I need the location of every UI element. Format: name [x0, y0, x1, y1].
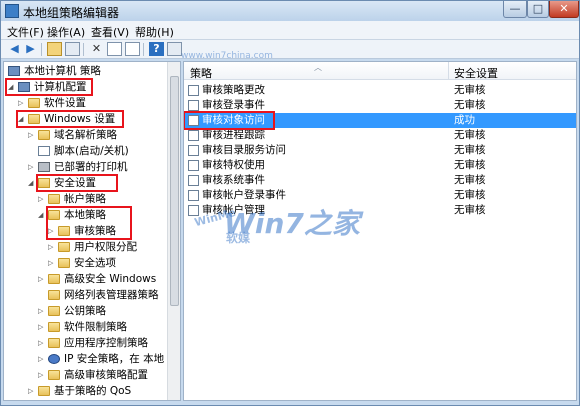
folder-icon	[48, 370, 60, 380]
folder-icon	[38, 386, 50, 396]
shield-icon	[48, 354, 60, 364]
delete-icon[interactable]: ✕	[89, 42, 104, 56]
expanded-arrow-icon[interactable]: ◢	[28, 176, 36, 191]
menu-file[interactable]: 文件(F)	[7, 24, 44, 40]
up-folder-icon[interactable]	[47, 42, 62, 56]
folder-icon	[58, 258, 70, 268]
collapsed-arrow-icon[interactable]: ▷	[18, 96, 26, 111]
highlight-box	[16, 110, 124, 128]
window-title: 本地组策略编辑器	[23, 6, 120, 20]
column-header-policy[interactable]: 策略	[190, 65, 212, 81]
folder-icon	[48, 290, 60, 300]
toolbar-divider	[143, 43, 144, 56]
toolbar: ◀ ▶ ✕ ?	[1, 40, 579, 59]
collapsed-arrow-icon[interactable]: ▷	[28, 384, 36, 399]
policy-icon	[188, 130, 199, 141]
watermark-brand: Win7之家	[224, 207, 360, 240]
collapsed-arrow-icon[interactable]: ▷	[38, 304, 46, 319]
collapsed-arrow-icon[interactable]: ▷	[48, 256, 56, 271]
table-row[interactable]: 审核特权使用 无审核	[184, 158, 576, 173]
menu-help[interactable]: 帮助(H)	[135, 24, 174, 40]
show-hide-tree-icon[interactable]	[65, 42, 80, 56]
folder-icon	[48, 306, 60, 316]
folder-icon	[28, 98, 40, 108]
policy-icon	[188, 160, 199, 171]
scrollbar-thumb[interactable]	[170, 76, 179, 306]
highlight-box	[5, 78, 93, 96]
maximize-button[interactable]: □	[527, 1, 549, 18]
highlight-box	[36, 174, 118, 192]
back-arrow-icon[interactable]: ◀	[7, 42, 22, 56]
collapsed-arrow-icon[interactable]: ▷	[28, 128, 36, 143]
minimize-button[interactable]: —	[503, 1, 527, 18]
toolbar-divider	[41, 43, 42, 56]
computer-policy-icon	[8, 66, 20, 76]
menu-bar: 文件(F) 操作(A) 查看(V) 帮助(H)	[1, 21, 579, 40]
forward-arrow-icon[interactable]: ▶	[23, 42, 38, 56]
watermark: WinMe 软媒 Win7之家	[193, 184, 366, 245]
app-icon	[5, 4, 19, 18]
table-row[interactable]: 审核进程跟踪 无审核	[184, 128, 576, 143]
highlight-box	[46, 206, 132, 240]
list-header: 策略 ︿ 安全设置	[184, 62, 576, 81]
collapsed-arrow-icon[interactable]: ▷	[38, 320, 46, 335]
sort-arrow-icon: ︿	[314, 63, 322, 72]
properties-icon[interactable]	[107, 42, 122, 56]
folder-icon	[48, 274, 60, 284]
policy-icon	[188, 85, 199, 96]
tree-scrollbar[interactable]	[167, 62, 180, 400]
collapsed-arrow-icon[interactable]: ▷	[38, 336, 46, 351]
script-icon	[38, 146, 50, 156]
policy-icon	[188, 100, 199, 111]
column-header-setting[interactable]: 安全设置	[454, 65, 498, 81]
expanded-arrow-icon[interactable]: ◢	[38, 208, 46, 223]
folder-icon	[48, 322, 60, 332]
menu-action[interactable]: 操作(A)	[47, 24, 85, 40]
table-row[interactable]: 审核目录服务访问 无审核	[184, 143, 576, 158]
menu-view[interactable]: 查看(V)	[91, 24, 129, 40]
help-icon[interactable]: ?	[149, 42, 164, 56]
toolbar-divider	[83, 43, 84, 56]
printer-icon	[38, 162, 50, 172]
tree-pane: 本地计算机 策略 ◢ 计算机配置 ▷ 软件设置 ◢ Windows 设置 ▷ 域…	[3, 61, 181, 401]
filter-icon[interactable]	[167, 42, 182, 56]
watermark-url: www.win7china.com	[181, 51, 273, 61]
collapsed-arrow-icon[interactable]: ▷	[28, 160, 36, 175]
table-row[interactable]: 审核策略更改 无审核	[184, 83, 576, 98]
folder-icon	[38, 130, 50, 140]
collapsed-arrow-icon[interactable]: ▷	[38, 352, 46, 367]
collapsed-arrow-icon[interactable]: ▷	[48, 240, 56, 255]
close-button[interactable]: ✕	[549, 1, 579, 18]
export-list-icon[interactable]	[125, 42, 140, 56]
column-divider[interactable]	[448, 62, 449, 80]
title-bar: 本地组策略编辑器 — □ ✕	[1, 1, 579, 21]
collapsed-arrow-icon[interactable]: ▷	[38, 368, 46, 383]
main-window: 本地组策略编辑器 — □ ✕ 文件(F) 操作(A) 查看(V) 帮助(H) ◀…	[0, 0, 580, 406]
folder-icon	[48, 194, 60, 204]
folder-icon	[48, 338, 60, 348]
folder-icon	[58, 242, 70, 252]
highlight-box	[184, 111, 275, 130]
collapsed-arrow-icon[interactable]: ▷	[38, 192, 46, 207]
collapsed-arrow-icon[interactable]: ▷	[38, 272, 46, 287]
policy-icon	[188, 145, 199, 156]
